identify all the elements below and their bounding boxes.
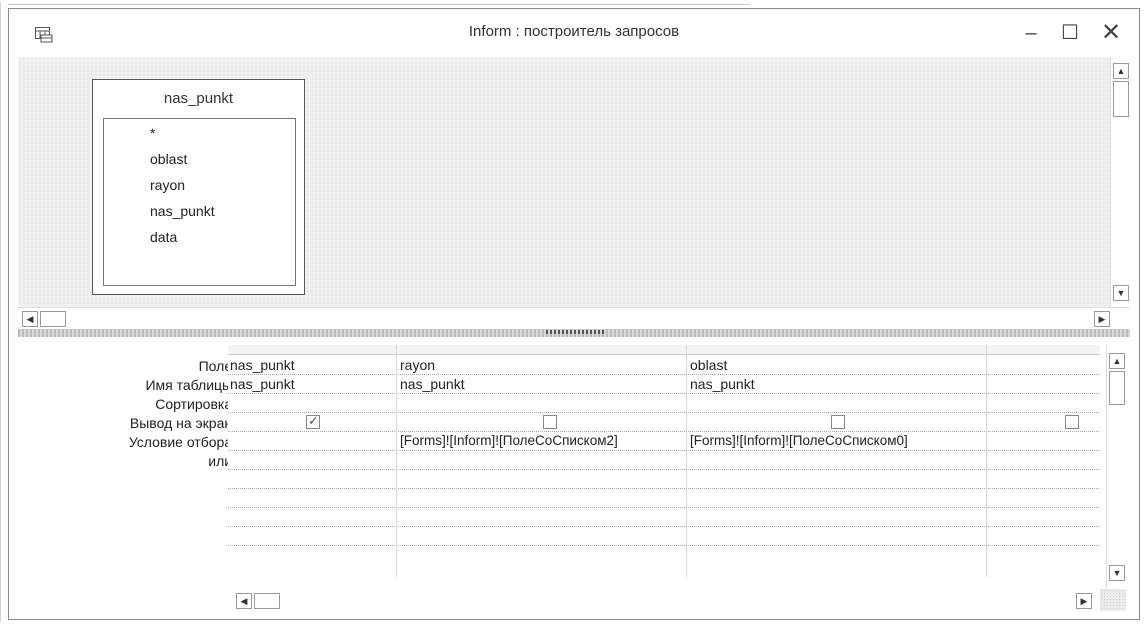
grid-cell-criteria[interactable]: [Forms]![Inform]![ПолеСоСписком2] — [400, 433, 685, 448]
grid-column-line — [986, 345, 987, 577]
table-name[interactable]: nas_punkt — [93, 90, 304, 107]
scroll-up-icon[interactable]: ▲ — [1109, 353, 1125, 369]
scroll-right-icon[interactable]: ▶ — [1076, 593, 1092, 609]
field-item-rayon[interactable]: rayon — [150, 177, 185, 193]
grid-cell-field[interactable]: rayon — [400, 357, 680, 373]
check-icon: ✓ — [308, 413, 319, 428]
show-checkbox[interactable] — [1065, 415, 1079, 429]
upper-vertical-scrollbar[interactable]: ▲ ▼ — [1110, 57, 1130, 307]
scroll-down-icon[interactable]: ▼ — [1109, 565, 1125, 581]
column-selector-row[interactable] — [228, 345, 1100, 355]
scroll-down-icon[interactable]: ▼ — [1113, 285, 1129, 301]
scroll-thumb[interactable] — [1113, 81, 1129, 117]
field-item-all[interactable]: * — [150, 125, 155, 141]
grid-cell-table[interactable]: nas_punkt — [400, 376, 680, 392]
scroll-right-icon[interactable]: ▶ — [1094, 311, 1110, 327]
scroll-left-icon[interactable]: ◀ — [22, 311, 38, 327]
scroll-thumb-horizontal[interactable] — [40, 311, 66, 327]
grid-row-line — [228, 469, 1100, 470]
grid-cell-field[interactable]: nas_punkt — [230, 357, 390, 373]
grid-vertical-scrollbar[interactable]: ▲ ▼ — [1106, 345, 1126, 589]
table-design-pane[interactable]: nas_punkt * oblast rayon nas_punkt data … — [18, 57, 1130, 307]
minimize-button[interactable]: – — [1016, 19, 1046, 47]
grid-row-line — [228, 431, 1100, 432]
grid-row-line — [228, 545, 1100, 546]
grid-row-line — [228, 374, 1100, 375]
scroll-thumb[interactable] — [1109, 371, 1125, 405]
row-label-table: Имя таблицы: — [145, 377, 236, 393]
scroll-thumb-horizontal[interactable] — [254, 593, 280, 609]
upper-horizontal-scrollbar[interactable]: ◀ ▶ — [18, 307, 1130, 329]
grid-cell-criteria[interactable]: [Forms]![Inform]![ПолеСоСписком0] — [690, 433, 985, 448]
grid-cell-table[interactable]: nas_punkt — [690, 376, 980, 392]
row-label-show: Вывод на экран: — [129, 415, 236, 431]
scroll-up-icon[interactable]: ▲ — [1113, 63, 1129, 79]
row-label-criteria: Условие отбора: — [128, 434, 236, 450]
background-window-edge-left — [0, 2, 1, 622]
grid-row-line — [228, 507, 1100, 508]
query-grid-pane: Поле: Имя таблицы: Сортировка: Вывод на … — [18, 337, 1130, 615]
pane-splitter[interactable] — [18, 329, 1130, 337]
grid-row-line — [228, 450, 1100, 451]
grid-row-line — [228, 412, 1100, 413]
title-bar[interactable]: Inform : построитель запросов – ☐ ✕ — [9, 9, 1139, 57]
field-item-oblast[interactable]: oblast — [150, 151, 187, 167]
grid-row-line — [228, 488, 1100, 489]
grid-column-line — [396, 345, 397, 577]
field-item-nas-punkt[interactable]: nas_punkt — [150, 203, 215, 219]
row-label-or: или: — [208, 453, 236, 469]
field-item-data[interactable]: data — [150, 229, 177, 245]
field-list[interactable]: * oblast rayon nas_punkt data — [103, 118, 296, 286]
show-checkbox[interactable] — [831, 415, 845, 429]
splitter-grip-icon[interactable] — [546, 330, 606, 334]
table-field-list[interactable]: nas_punkt * oblast rayon nas_punkt data — [92, 79, 305, 295]
qbe-grid[interactable]: nas_punkt nas_punkt ✓ rayon nas_punkt [F… — [228, 345, 1100, 577]
grid-row-line — [228, 526, 1100, 527]
show-checkbox[interactable] — [543, 415, 557, 429]
maximize-button[interactable]: ☐ — [1055, 19, 1085, 47]
scrollbar-corner — [1100, 589, 1126, 611]
window-title: Inform : построитель запросов — [468, 23, 680, 40]
close-button[interactable]: ✕ — [1096, 19, 1126, 47]
row-label-sort: Сортировка: — [155, 396, 236, 412]
row-label-field: Поле: — [198, 358, 236, 374]
grid-cell-field[interactable]: oblast — [690, 357, 980, 373]
show-checkbox-checked[interactable]: ✓ — [306, 413, 320, 429]
background-window-edge — [8, 4, 750, 5]
query-builder-window: Inform : построитель запросов – ☐ ✕ nas_… — [8, 8, 1140, 620]
grid-horizontal-scrollbar[interactable]: ◀ ▶ — [228, 589, 1100, 611]
grid-row-line — [228, 393, 1100, 394]
grid-cell-table[interactable]: nas_punkt — [230, 376, 390, 392]
grid-column-line — [686, 345, 687, 577]
scroll-left-icon[interactable]: ◀ — [236, 593, 252, 609]
